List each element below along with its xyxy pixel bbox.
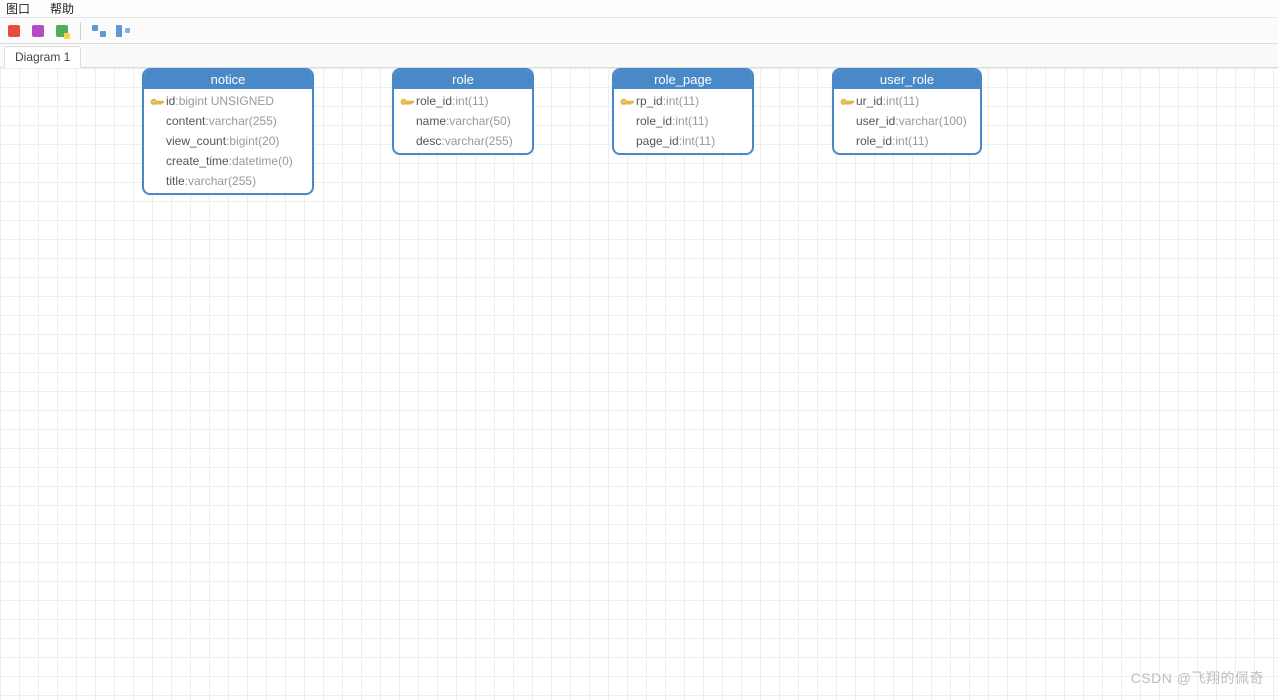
tabstrip: Diagram 1: [0, 44, 1278, 68]
field-name: user_id: [856, 112, 895, 130]
primary-key-icon: [618, 94, 636, 108]
field-name: ur_id: [856, 92, 883, 110]
entity-body: ur_id: int(11)user_id: varchar(100)role_…: [834, 89, 980, 153]
field-name: role_id: [416, 92, 452, 110]
menubar: 图口 帮助: [0, 0, 1278, 18]
field-name: page_id: [636, 132, 679, 150]
toolbar: [0, 18, 1278, 44]
blue-link-icon: [116, 25, 130, 37]
field-type: int(11): [682, 132, 715, 150]
entity-body: role_id: int(11)name: varchar(50)desc: v…: [394, 89, 532, 153]
field-row[interactable]: ur_id: int(11): [834, 91, 980, 111]
field-row[interactable]: view_count: bigint(20): [144, 131, 312, 151]
field-row[interactable]: id: bigint UNSIGNED: [144, 91, 312, 111]
field-name: view_count: [166, 132, 226, 150]
blue-relation-icon: [92, 25, 106, 37]
field-row[interactable]: page_id: int(11): [614, 131, 752, 151]
primary-key-icon: [148, 94, 166, 108]
field-type: int(11): [666, 92, 699, 110]
field-type: bigint(20): [229, 132, 279, 150]
field-row[interactable]: content: varchar(255): [144, 111, 312, 131]
menu-item-window[interactable]: 图口: [6, 0, 30, 17]
entity-body: id: bigint UNSIGNEDcontent: varchar(255)…: [144, 89, 312, 193]
field-row[interactable]: role_id: int(11): [394, 91, 532, 111]
toolbar-btn-2[interactable]: [28, 21, 48, 41]
entity-role_page[interactable]: role_pagerp_id: int(11)role_id: int(11)p…: [612, 68, 754, 155]
field-name: rp_id: [636, 92, 663, 110]
diagram-canvas[interactable]: noticeid: bigint UNSIGNEDcontent: varcha…: [0, 68, 1278, 700]
field-name: name: [416, 112, 446, 130]
field-row[interactable]: role_id: int(11): [834, 131, 980, 151]
field-name: desc: [416, 132, 441, 150]
entity-header[interactable]: user_role: [834, 70, 980, 89]
field-type: varchar(255): [209, 112, 277, 130]
primary-key-icon: [838, 94, 856, 108]
field-row[interactable]: name: varchar(50): [394, 111, 532, 131]
field-type: varchar(100): [899, 112, 967, 130]
menu-item-help[interactable]: 帮助: [50, 0, 74, 17]
field-type: int(11): [455, 92, 488, 110]
toolbar-btn-5[interactable]: [113, 21, 133, 41]
field-type: datetime(0): [232, 152, 293, 170]
field-name: content: [166, 112, 205, 130]
entity-body: rp_id: int(11)role_id: int(11)page_id: i…: [614, 89, 752, 153]
field-type: int(11): [675, 112, 708, 130]
entity-notice[interactable]: noticeid: bigint UNSIGNEDcontent: varcha…: [142, 68, 314, 195]
toolbar-btn-4[interactable]: [89, 21, 109, 41]
field-type: varchar(255): [445, 132, 513, 150]
purple-square-icon: [32, 25, 44, 37]
field-row[interactable]: create_time: datetime(0): [144, 151, 312, 171]
field-type: varchar(50): [449, 112, 510, 130]
green-table-icon: [56, 25, 68, 37]
field-row[interactable]: role_id: int(11): [614, 111, 752, 131]
entity-header[interactable]: notice: [144, 70, 312, 89]
tab-diagram-1[interactable]: Diagram 1: [4, 46, 81, 68]
field-name: title: [166, 172, 185, 190]
field-name: role_id: [856, 132, 892, 150]
toolbar-btn-3[interactable]: [52, 21, 72, 41]
entity-user_role[interactable]: user_roleur_id: int(11)user_id: varchar(…: [832, 68, 982, 155]
entity-role[interactable]: rolerole_id: int(11)name: varchar(50)des…: [392, 68, 534, 155]
toolbar-separator: [80, 22, 81, 40]
toolbar-btn-1[interactable]: [4, 21, 24, 41]
field-name: role_id: [636, 112, 672, 130]
red-square-icon: [8, 25, 20, 37]
field-row[interactable]: desc: varchar(255): [394, 131, 532, 151]
entity-header[interactable]: role_page: [614, 70, 752, 89]
field-row[interactable]: user_id: varchar(100): [834, 111, 980, 131]
field-type: int(11): [886, 92, 919, 110]
field-name: create_time: [166, 152, 229, 170]
field-type: varchar(255): [188, 172, 256, 190]
entity-header[interactable]: role: [394, 70, 532, 89]
watermark: CSDN @飞翔的佩奇: [1131, 668, 1264, 688]
field-row[interactable]: title: varchar(255): [144, 171, 312, 191]
field-type: bigint UNSIGNED: [179, 92, 274, 110]
field-type: int(11): [895, 132, 928, 150]
field-row[interactable]: rp_id: int(11): [614, 91, 752, 111]
field-name: id: [166, 92, 175, 110]
primary-key-icon: [398, 94, 416, 108]
